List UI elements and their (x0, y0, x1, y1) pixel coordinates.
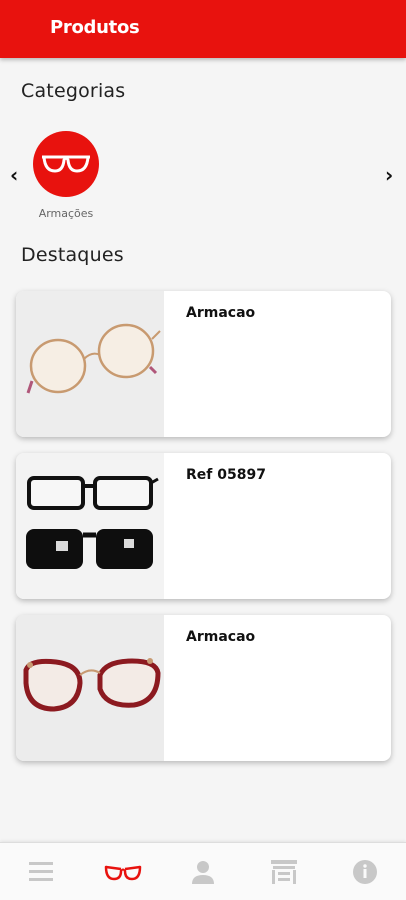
product-name: Ref 05897 (186, 467, 266, 483)
nav-products[interactable] (103, 857, 143, 887)
product-card[interactable]: Armacao (16, 291, 391, 437)
info-icon (353, 860, 377, 884)
carousel-next-button[interactable]: › (385, 163, 393, 187)
glasses-icon (104, 865, 142, 881)
glasses-icon (42, 155, 90, 173)
nav-store[interactable] (264, 857, 304, 887)
app-header: Produtos (0, 0, 406, 58)
product-image-gold-round-glasses (16, 291, 164, 437)
nav-menu[interactable] (21, 857, 61, 887)
nav-profile[interactable] (183, 857, 223, 887)
category-label: Armações (38, 207, 94, 220)
category-item-armacoes[interactable]: Armações (28, 131, 104, 220)
store-icon (271, 860, 297, 884)
product-name: Armacao (186, 629, 256, 645)
carousel-prev-button[interactable]: ‹ (10, 163, 18, 187)
product-name: Armacao (186, 305, 256, 321)
product-card[interactable]: Armacao (16, 615, 391, 761)
page-title: Produtos (50, 17, 140, 38)
user-icon (192, 861, 214, 884)
product-image-black-clip-on-sunglasses (16, 453, 164, 599)
bottom-navigation (0, 842, 406, 900)
menu-icon (29, 862, 53, 881)
product-image-red-cat-eye-glasses (16, 615, 164, 761)
category-circle (33, 131, 99, 197)
featured-heading: Destaques (21, 244, 124, 266)
nav-info[interactable] (345, 857, 385, 887)
categories-heading: Categorias (21, 80, 126, 102)
product-card[interactable]: Ref 05897 (16, 453, 391, 599)
